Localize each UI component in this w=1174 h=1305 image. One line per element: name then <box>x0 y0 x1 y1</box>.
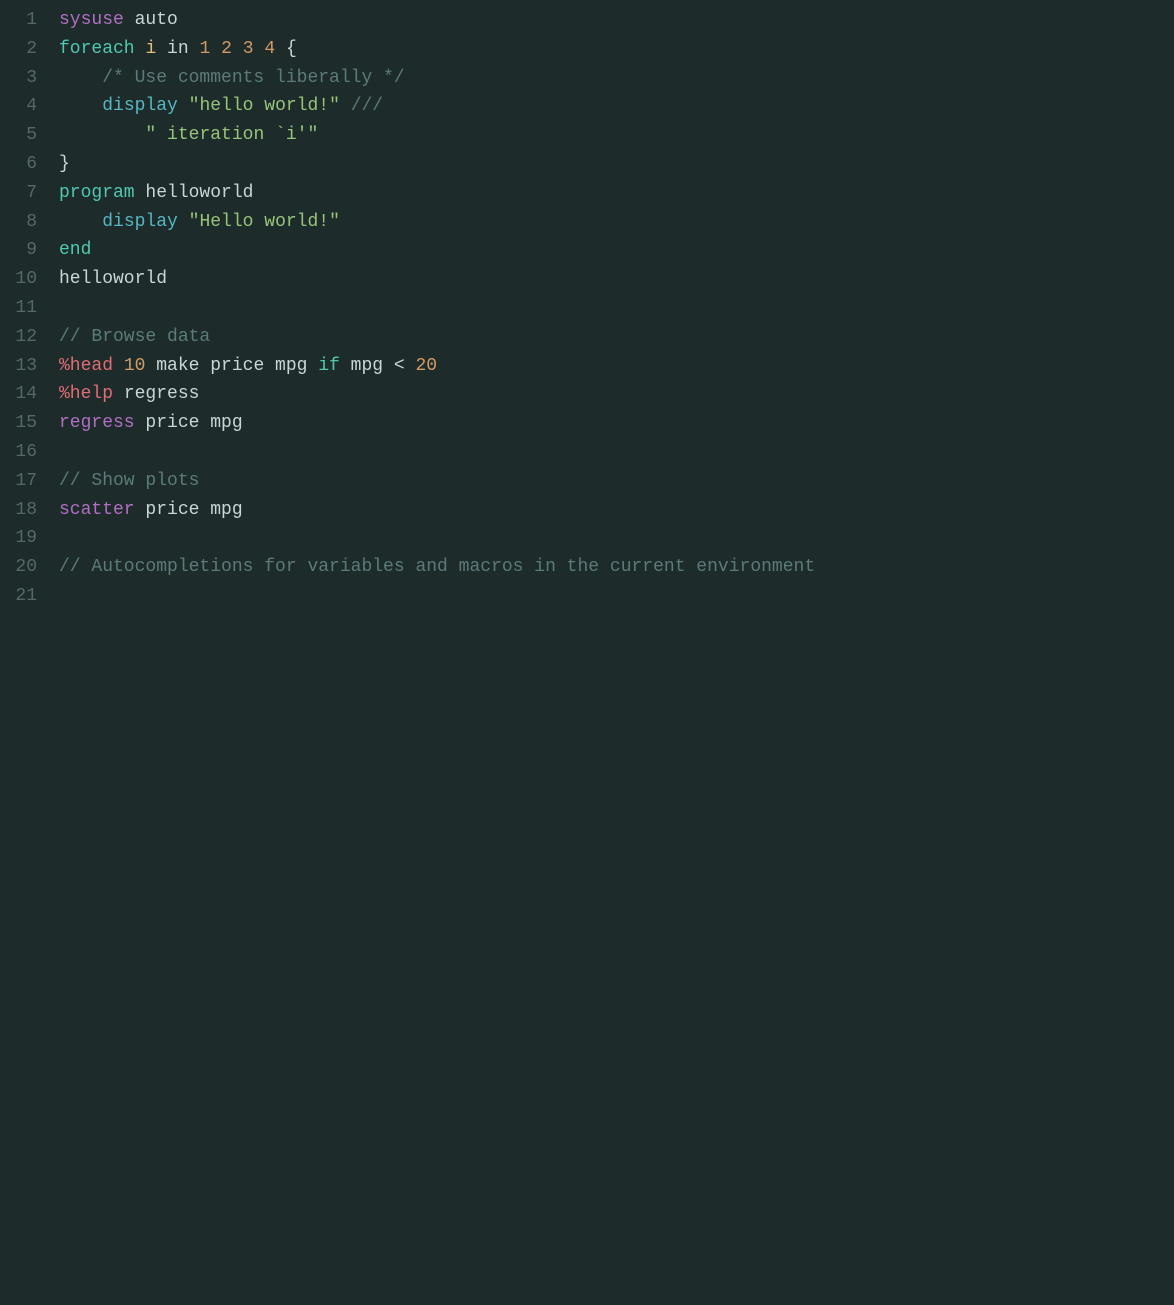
code-token <box>59 212 102 232</box>
code-token: // Autocompletions for variables and mac… <box>59 557 815 577</box>
code-line: %head 10 make price mpg if mpg < 20 <box>59 352 1174 381</box>
code-token <box>113 356 124 376</box>
code-line <box>59 582 1174 611</box>
code-line: regress price mpg <box>59 409 1174 438</box>
code-line: display "Hello world!" <box>59 208 1174 237</box>
code-line: // Browse data <box>59 323 1174 352</box>
code-token: 2 <box>221 39 232 59</box>
code-token: sysuse <box>59 10 124 30</box>
code-token <box>210 39 221 59</box>
code-token <box>59 125 145 145</box>
code-token: scatter <box>59 500 135 520</box>
code-editor: 123456789101112131415161718192021 sysuse… <box>0 0 1174 1305</box>
code-token: "hello world!" <box>189 96 340 116</box>
code-line: end <box>59 236 1174 265</box>
code-token: display <box>102 96 178 116</box>
code-line: display "hello world!" /// <box>59 92 1174 121</box>
code-token: %help <box>59 384 113 404</box>
line-number: 2 <box>0 35 37 64</box>
code-token: auto <box>124 10 178 30</box>
code-token: iteration <box>156 125 275 145</box>
code-token: 1 <box>199 39 210 59</box>
code-token: 4 <box>264 39 275 59</box>
code-token: 10 <box>124 356 146 376</box>
code-line: " iteration `i'" <box>59 121 1174 150</box>
code-token: make price mpg <box>145 356 318 376</box>
code-line: sysuse auto <box>59 6 1174 35</box>
line-number: 11 <box>0 294 37 323</box>
code-token: price mpg <box>135 500 243 520</box>
line-number: 6 <box>0 150 37 179</box>
line-number: 8 <box>0 208 37 237</box>
code-line: helloworld <box>59 265 1174 294</box>
code-token: /// <box>340 96 383 116</box>
line-number: 17 <box>0 467 37 496</box>
code-line: %help regress <box>59 380 1174 409</box>
code-token: foreach <box>59 39 135 59</box>
code-token <box>135 39 146 59</box>
code-token: i <box>145 39 156 59</box>
line-number: 13 <box>0 352 37 381</box>
code-token: // Browse data <box>59 327 210 347</box>
code-line: /* Use comments liberally */ <box>59 64 1174 93</box>
line-number: 20 <box>0 553 37 582</box>
code-token: `i' <box>275 125 307 145</box>
code-token: end <box>59 240 91 260</box>
line-number: 15 <box>0 409 37 438</box>
code-token: program <box>59 183 135 203</box>
line-number: 14 <box>0 380 37 409</box>
code-token: if <box>318 356 340 376</box>
code-token: "Hello world!" <box>189 212 340 232</box>
code-token <box>232 39 243 59</box>
line-numbers: 123456789101112131415161718192021 <box>0 4 55 1305</box>
line-number: 16 <box>0 438 37 467</box>
code-token: display <box>102 212 178 232</box>
code-line: // Autocompletions for variables and mac… <box>59 553 1174 582</box>
code-token <box>178 96 189 116</box>
line-number: 10 <box>0 265 37 294</box>
code-token: 3 <box>243 39 254 59</box>
code-token: { <box>275 39 297 59</box>
line-number: 5 <box>0 121 37 150</box>
line-number: 3 <box>0 64 37 93</box>
code-token <box>178 212 189 232</box>
code-line: // Show plots <box>59 467 1174 496</box>
line-number: 9 <box>0 236 37 265</box>
code-token: helloworld <box>135 183 254 203</box>
line-number: 18 <box>0 496 37 525</box>
code-line: scatter price mpg <box>59 496 1174 525</box>
code-token: regress <box>113 384 199 404</box>
line-number: 12 <box>0 323 37 352</box>
code-token: 20 <box>416 356 438 376</box>
code-line <box>59 294 1174 323</box>
line-number: 7 <box>0 179 37 208</box>
line-number: 21 <box>0 582 37 611</box>
code-token <box>254 39 265 59</box>
code-token: %head <box>59 356 113 376</box>
code-token: /* Use comments liberally */ <box>59 68 405 88</box>
code-token: price mpg <box>135 413 243 433</box>
code-line: } <box>59 150 1174 179</box>
code-line <box>59 524 1174 553</box>
code-token: regress <box>59 413 135 433</box>
code-token: in <box>156 39 199 59</box>
code-token <box>59 96 102 116</box>
code-token: // Show plots <box>59 471 199 491</box>
code-line <box>59 438 1174 467</box>
code-line: foreach i in 1 2 3 4 { <box>59 35 1174 64</box>
line-number: 19 <box>0 524 37 553</box>
code-token: mpg < <box>340 356 416 376</box>
code-area[interactable]: sysuse autoforeach i in 1 2 3 4 { /* Use… <box>55 4 1174 1305</box>
line-number: 4 <box>0 92 37 121</box>
code-token: " <box>307 125 318 145</box>
code-token: } <box>59 154 70 174</box>
code-token: helloworld <box>59 269 167 289</box>
code-line: program helloworld <box>59 179 1174 208</box>
code-token: " <box>145 125 156 145</box>
line-number: 1 <box>0 6 37 35</box>
